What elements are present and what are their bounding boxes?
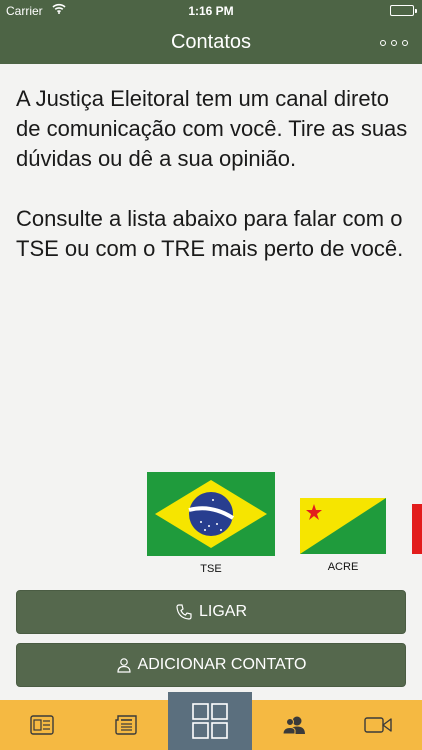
add-contact-button-label: ADICIONAR CONTATO (137, 656, 307, 673)
tab-grid[interactable] (168, 692, 252, 750)
grid-icon (192, 703, 228, 739)
intro-paragraph-1: A Justiça Eleitoral tem um canal direto … (16, 86, 408, 171)
add-contact-button[interactable]: ADICIONAR CONTATO (16, 643, 406, 687)
newspaper-icon (115, 715, 137, 735)
flag-label-acre: ACRE (327, 561, 359, 573)
tab-contacts[interactable] (252, 700, 336, 750)
tab-bar (0, 692, 422, 750)
more-dots-icon[interactable] (380, 40, 408, 46)
status-bar: Carrier 1:16 PM (0, 0, 422, 22)
tab-video[interactable] (336, 700, 420, 750)
call-button-label: LIGAR (198, 603, 247, 620)
battery-icon (390, 5, 417, 16)
flag-item-partial[interactable] (412, 504, 422, 557)
intro-text: A Justiça Eleitoral tem um canal direto … (16, 84, 412, 264)
acre-flag-icon (300, 498, 386, 554)
brazil-flag-icon (147, 472, 275, 556)
nav-bar: Contatos (0, 22, 422, 64)
call-button[interactable]: LIGAR (16, 590, 406, 634)
flag-partial-icon (412, 504, 422, 554)
person-icon (116, 658, 131, 673)
flag-item-tse[interactable]: TSE (147, 472, 275, 575)
tab-newspaper[interactable] (84, 700, 168, 750)
tab-news-panel[interactable] (0, 700, 84, 750)
intro-paragraph-2: Consulte a lista abaixo para falar com o… (16, 206, 404, 261)
phone-icon (176, 604, 192, 620)
news-panel-icon (30, 715, 54, 735)
flag-carousel[interactable]: TSE ACRE (0, 470, 422, 580)
video-camera-icon (364, 717, 392, 733)
contacts-icon (282, 716, 305, 735)
page-title: Contatos (170, 31, 252, 53)
flag-item-acre[interactable]: ACRE (300, 498, 386, 573)
flag-label-tse: TSE (200, 563, 222, 575)
clock: 1:16 PM (188, 4, 234, 18)
